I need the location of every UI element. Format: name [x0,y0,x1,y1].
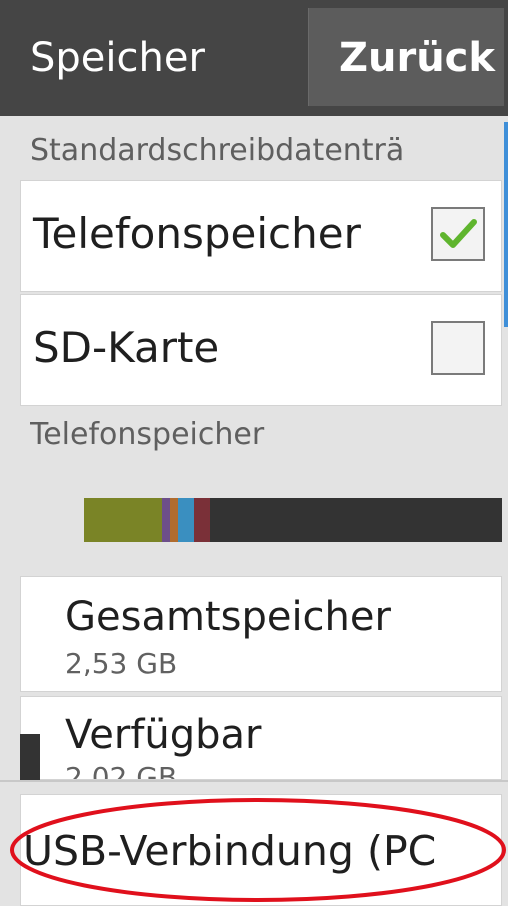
back-button-label: Zurück [339,35,495,81]
option-sd-card[interactable]: SD-Karte [20,294,502,406]
section-header-phone-storage: Telefonspeicher [30,418,265,451]
checkbox-phone-storage[interactable] [431,207,485,261]
red-highlight-ellipse [10,798,506,902]
checkbox-sd-card[interactable] [431,321,485,375]
total-storage-value: 2,53 GB [65,647,178,680]
divider [0,780,508,782]
available-color-swatch [20,734,40,780]
scrollbar[interactable] [504,122,508,327]
segment-pictures [162,498,170,542]
segment-audio [170,498,178,542]
available-storage-label: Verfügbar [65,712,262,758]
available-storage-value: 2,02 GB [65,761,178,780]
back-button[interactable]: Zurück [308,8,504,106]
page-title: Speicher [30,35,205,81]
storage-usage-bar [84,498,502,542]
total-storage-row: Gesamtspeicher 2,53 GB [20,576,502,692]
total-storage-label: Gesamtspeicher [65,594,391,640]
segment-apps [84,498,162,542]
segment-downloads [178,498,194,542]
option-phone-storage[interactable]: Telefonspeicher [20,180,502,292]
available-storage-row: Verfügbar 2,02 GB [20,696,502,780]
checkmark-icon [440,219,477,248]
action-bar: Speicher Zurück [0,0,508,116]
option-label: SD-Karte [33,323,220,372]
segment-misc [194,498,210,542]
option-label: Telefonspeicher [33,209,361,258]
section-header-default-storage: Standardschreibdatenträ [30,134,405,167]
